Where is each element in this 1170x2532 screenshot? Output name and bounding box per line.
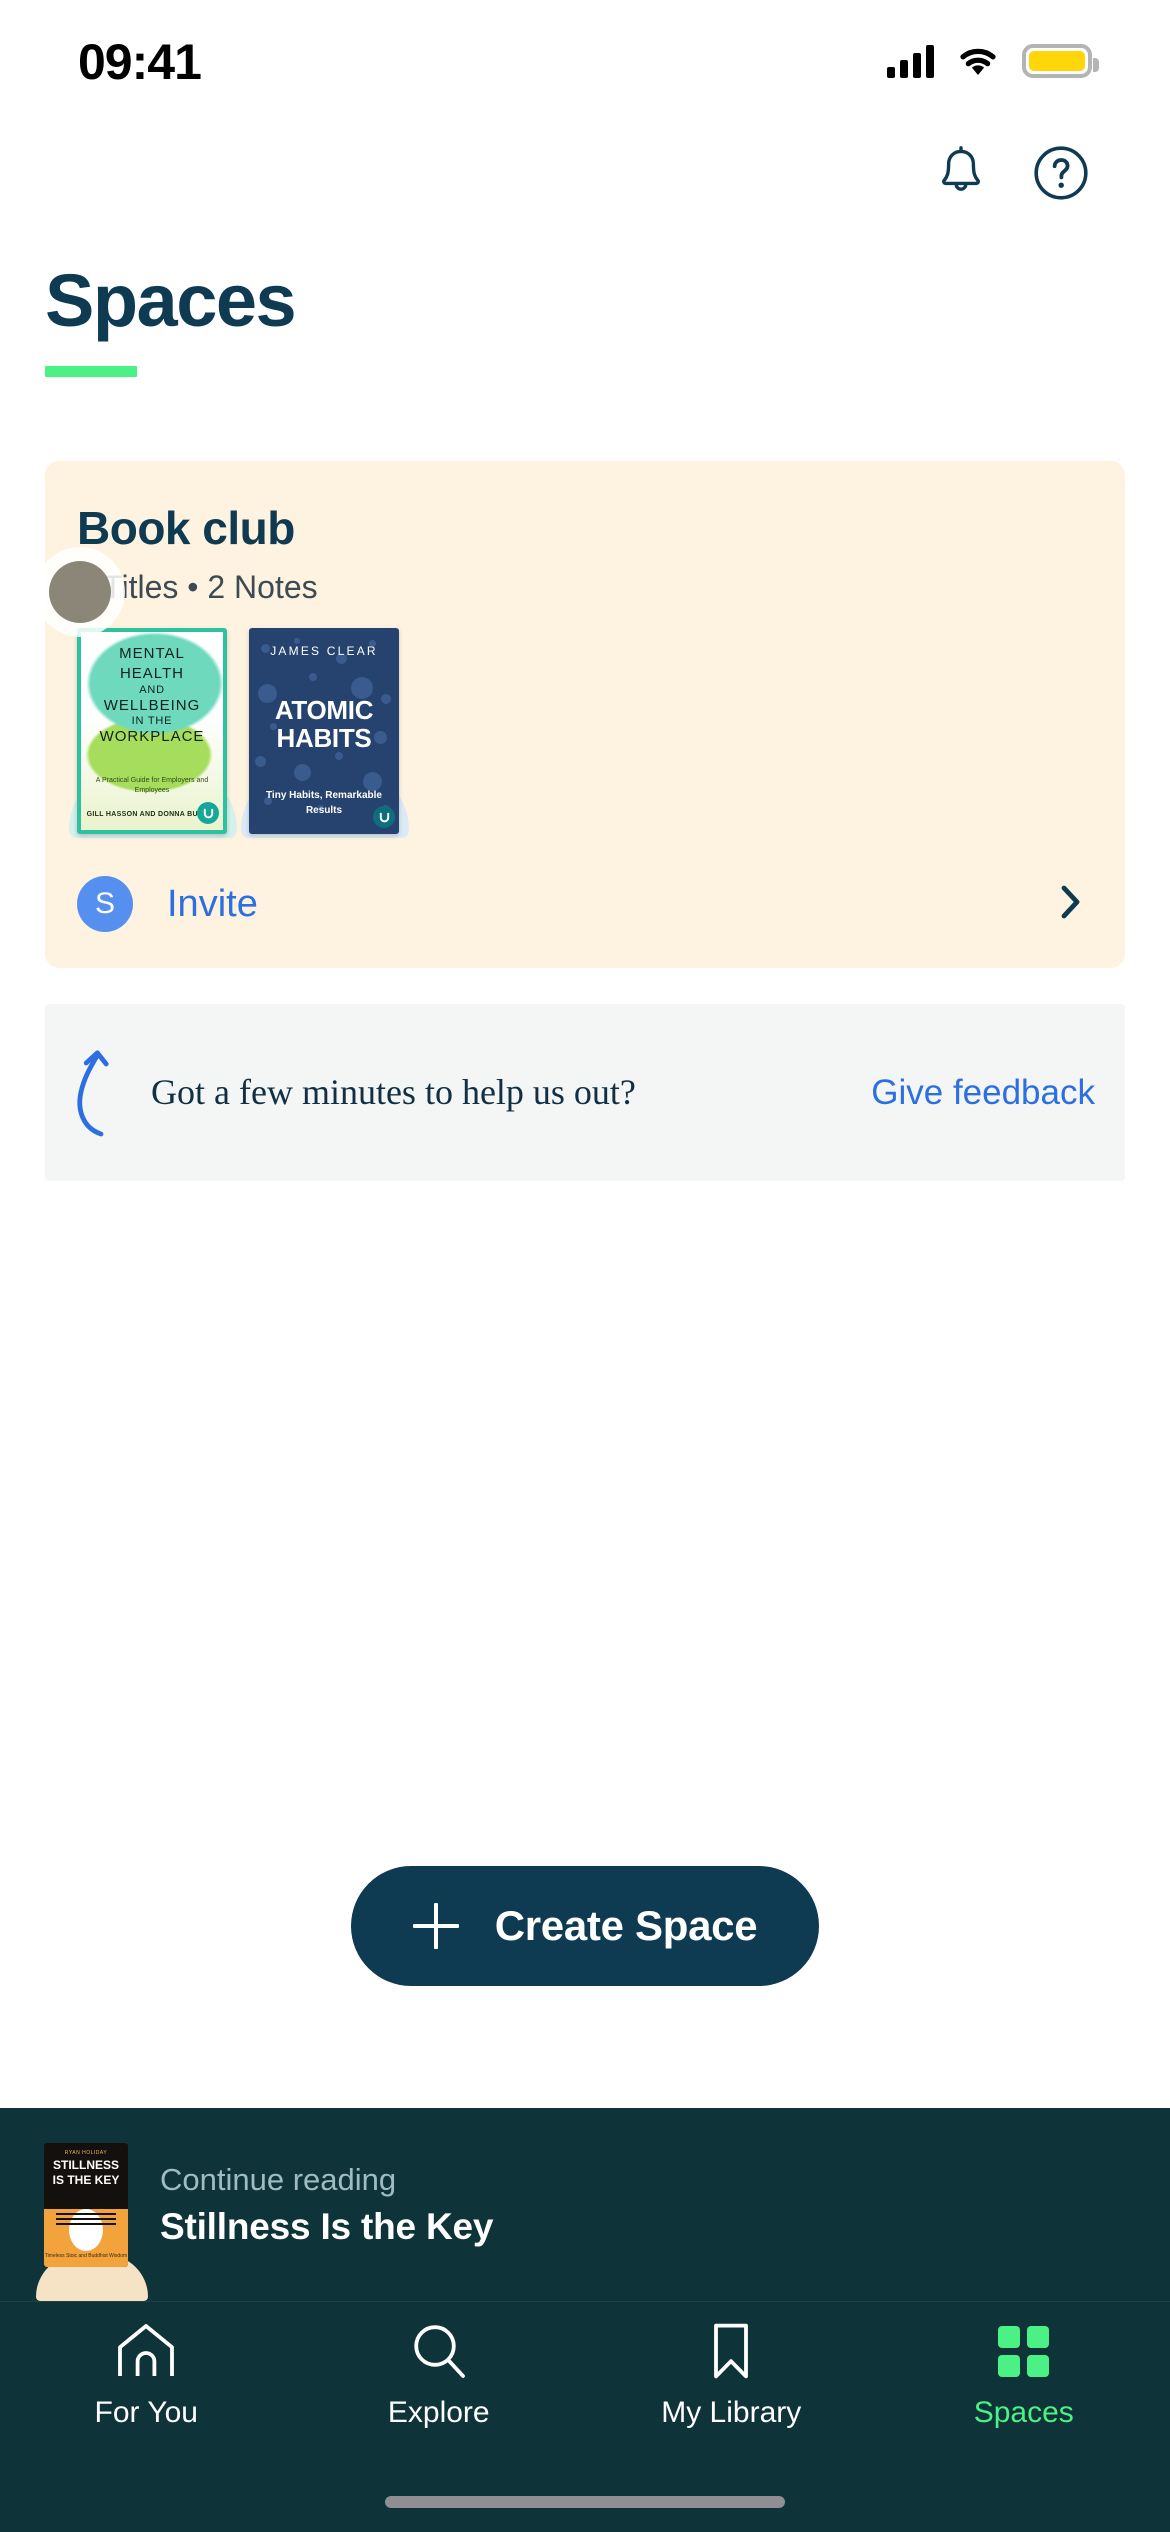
cover-title-line: IN THE bbox=[131, 715, 173, 728]
cover-title-block: MENTAL HEALTH AND WELLBEING IN THE WORKP… bbox=[81, 644, 223, 747]
cover-author: RYAN HOLIDAY bbox=[64, 2149, 108, 2156]
cover-artwork-circle bbox=[69, 2208, 103, 2251]
book-cover-atomic-habits[interactable]: JAMES CLEAR ATOMIC HABITS Tiny Habits, R… bbox=[241, 628, 409, 838]
tab-for-you[interactable]: For You bbox=[0, 2320, 293, 2430]
avatar: S bbox=[77, 876, 133, 932]
book-cover-art: MENTAL HEALTH AND WELLBEING IN THE WORKP… bbox=[77, 628, 227, 834]
cellular-signal-icon bbox=[887, 44, 934, 78]
status-bar-time: 09:41 bbox=[78, 34, 202, 90]
home-indicator[interactable] bbox=[385, 2496, 785, 2508]
cover-title-line: WELLBEING bbox=[103, 696, 201, 714]
grid-icon bbox=[998, 2320, 1050, 2382]
space-card-footer: S Invite bbox=[77, 876, 1093, 938]
continue-reading-label: Continue reading bbox=[160, 2161, 397, 2197]
bookmark-icon bbox=[706, 2320, 756, 2382]
header-actions bbox=[0, 118, 1170, 228]
chevron-right-icon[interactable] bbox=[1049, 880, 1093, 929]
cover-subtitle: Timeless Stoic and Buddhist Wisdom bbox=[44, 2253, 128, 2259]
member-avatar-overlay bbox=[49, 561, 111, 623]
tab-my-library[interactable]: My Library bbox=[585, 2320, 878, 2430]
feedback-message: Got a few minutes to help us out? bbox=[151, 1072, 636, 1113]
create-space-label: Create Space bbox=[494, 1902, 758, 1949]
book-cover-mental-health[interactable]: MENTAL HEALTH AND WELLBEING IN THE WORKP… bbox=[69, 628, 237, 838]
create-space-button[interactable]: Create Space bbox=[350, 1866, 820, 1986]
book-cover-art: JAMES CLEAR ATOMIC HABITS Tiny Habits, R… bbox=[249, 628, 399, 834]
cover-author: JAMES CLEAR bbox=[270, 644, 378, 658]
status-bar: 09:41 bbox=[0, 0, 1170, 118]
feedback-banner: Got a few minutes to help us out? Give f… bbox=[45, 1004, 1125, 1181]
cover-title-line: HABITS bbox=[276, 723, 372, 754]
continue-reading-cover: RYAN HOLIDAY STILLNESS IS THE KEY Timele… bbox=[44, 2142, 128, 2267]
battery-icon bbox=[1022, 44, 1099, 78]
title-accent-underline bbox=[45, 366, 137, 377]
tab-explore[interactable]: Explore bbox=[293, 2320, 586, 2430]
space-card-covers: MENTAL HEALTH AND WELLBEING IN THE WORKP… bbox=[69, 628, 1093, 838]
page-title: Spaces bbox=[45, 259, 297, 342]
tab-spaces[interactable]: Spaces bbox=[878, 2320, 1170, 2430]
tab-label: For You bbox=[94, 2396, 198, 2429]
library-badge-icon bbox=[197, 802, 219, 824]
create-space-container: Create Space bbox=[0, 1866, 1170, 1986]
give-feedback-link[interactable]: Give feedback bbox=[871, 1073, 1095, 1113]
question-circle-icon[interactable] bbox=[1030, 142, 1092, 204]
space-card-book-club[interactable]: Book club 2 Titles • 2 Notes MENTAL HEAL… bbox=[45, 461, 1125, 968]
cover-title-line: MENTAL bbox=[119, 645, 185, 662]
bell-icon[interactable] bbox=[930, 142, 992, 204]
cover-title-line: IS THE KEY bbox=[52, 2173, 120, 2188]
library-badge-icon bbox=[373, 806, 395, 828]
continue-reading-bar[interactable]: RYAN HOLIDAY STILLNESS IS THE KEY Timele… bbox=[0, 2108, 1170, 2302]
space-card-meta: 2 Titles • 2 Notes bbox=[77, 569, 318, 605]
cover-title-line: ATOMIC bbox=[274, 695, 374, 725]
tab-label: My Library bbox=[661, 2396, 802, 2429]
cover-title-line: AND bbox=[139, 683, 165, 696]
cover-title-line: WORKPLACE bbox=[99, 728, 205, 746]
bottom-tab-bar: For You Explore My Library Spaces bbox=[0, 2302, 1170, 2532]
tab-label: Spaces bbox=[973, 2396, 1074, 2429]
cover-title: ATOMIC HABITS bbox=[274, 695, 374, 754]
invite-link[interactable]: Invite bbox=[167, 883, 258, 926]
continue-reading-title: Stillness Is the Key bbox=[160, 2205, 494, 2247]
wifi-icon bbox=[960, 48, 996, 75]
cover-title-line: HEALTH bbox=[119, 664, 185, 682]
status-bar-indicators bbox=[887, 44, 1099, 78]
page-header: Spaces bbox=[0, 228, 1170, 377]
search-icon bbox=[409, 2320, 469, 2382]
continue-reading-text: Continue reading Stillness Is the Key bbox=[160, 2162, 493, 2248]
space-card-title: Book club bbox=[77, 502, 295, 554]
home-icon bbox=[115, 2320, 177, 2382]
cover-subtitle: A Practical Guide for Employers and Empl… bbox=[95, 777, 209, 795]
cover-title-line: STILLNESS bbox=[52, 2157, 119, 2172]
plus-icon bbox=[412, 1903, 459, 1949]
curved-arrow-icon bbox=[69, 1038, 129, 1147]
tab-label: Explore bbox=[387, 2396, 490, 2429]
